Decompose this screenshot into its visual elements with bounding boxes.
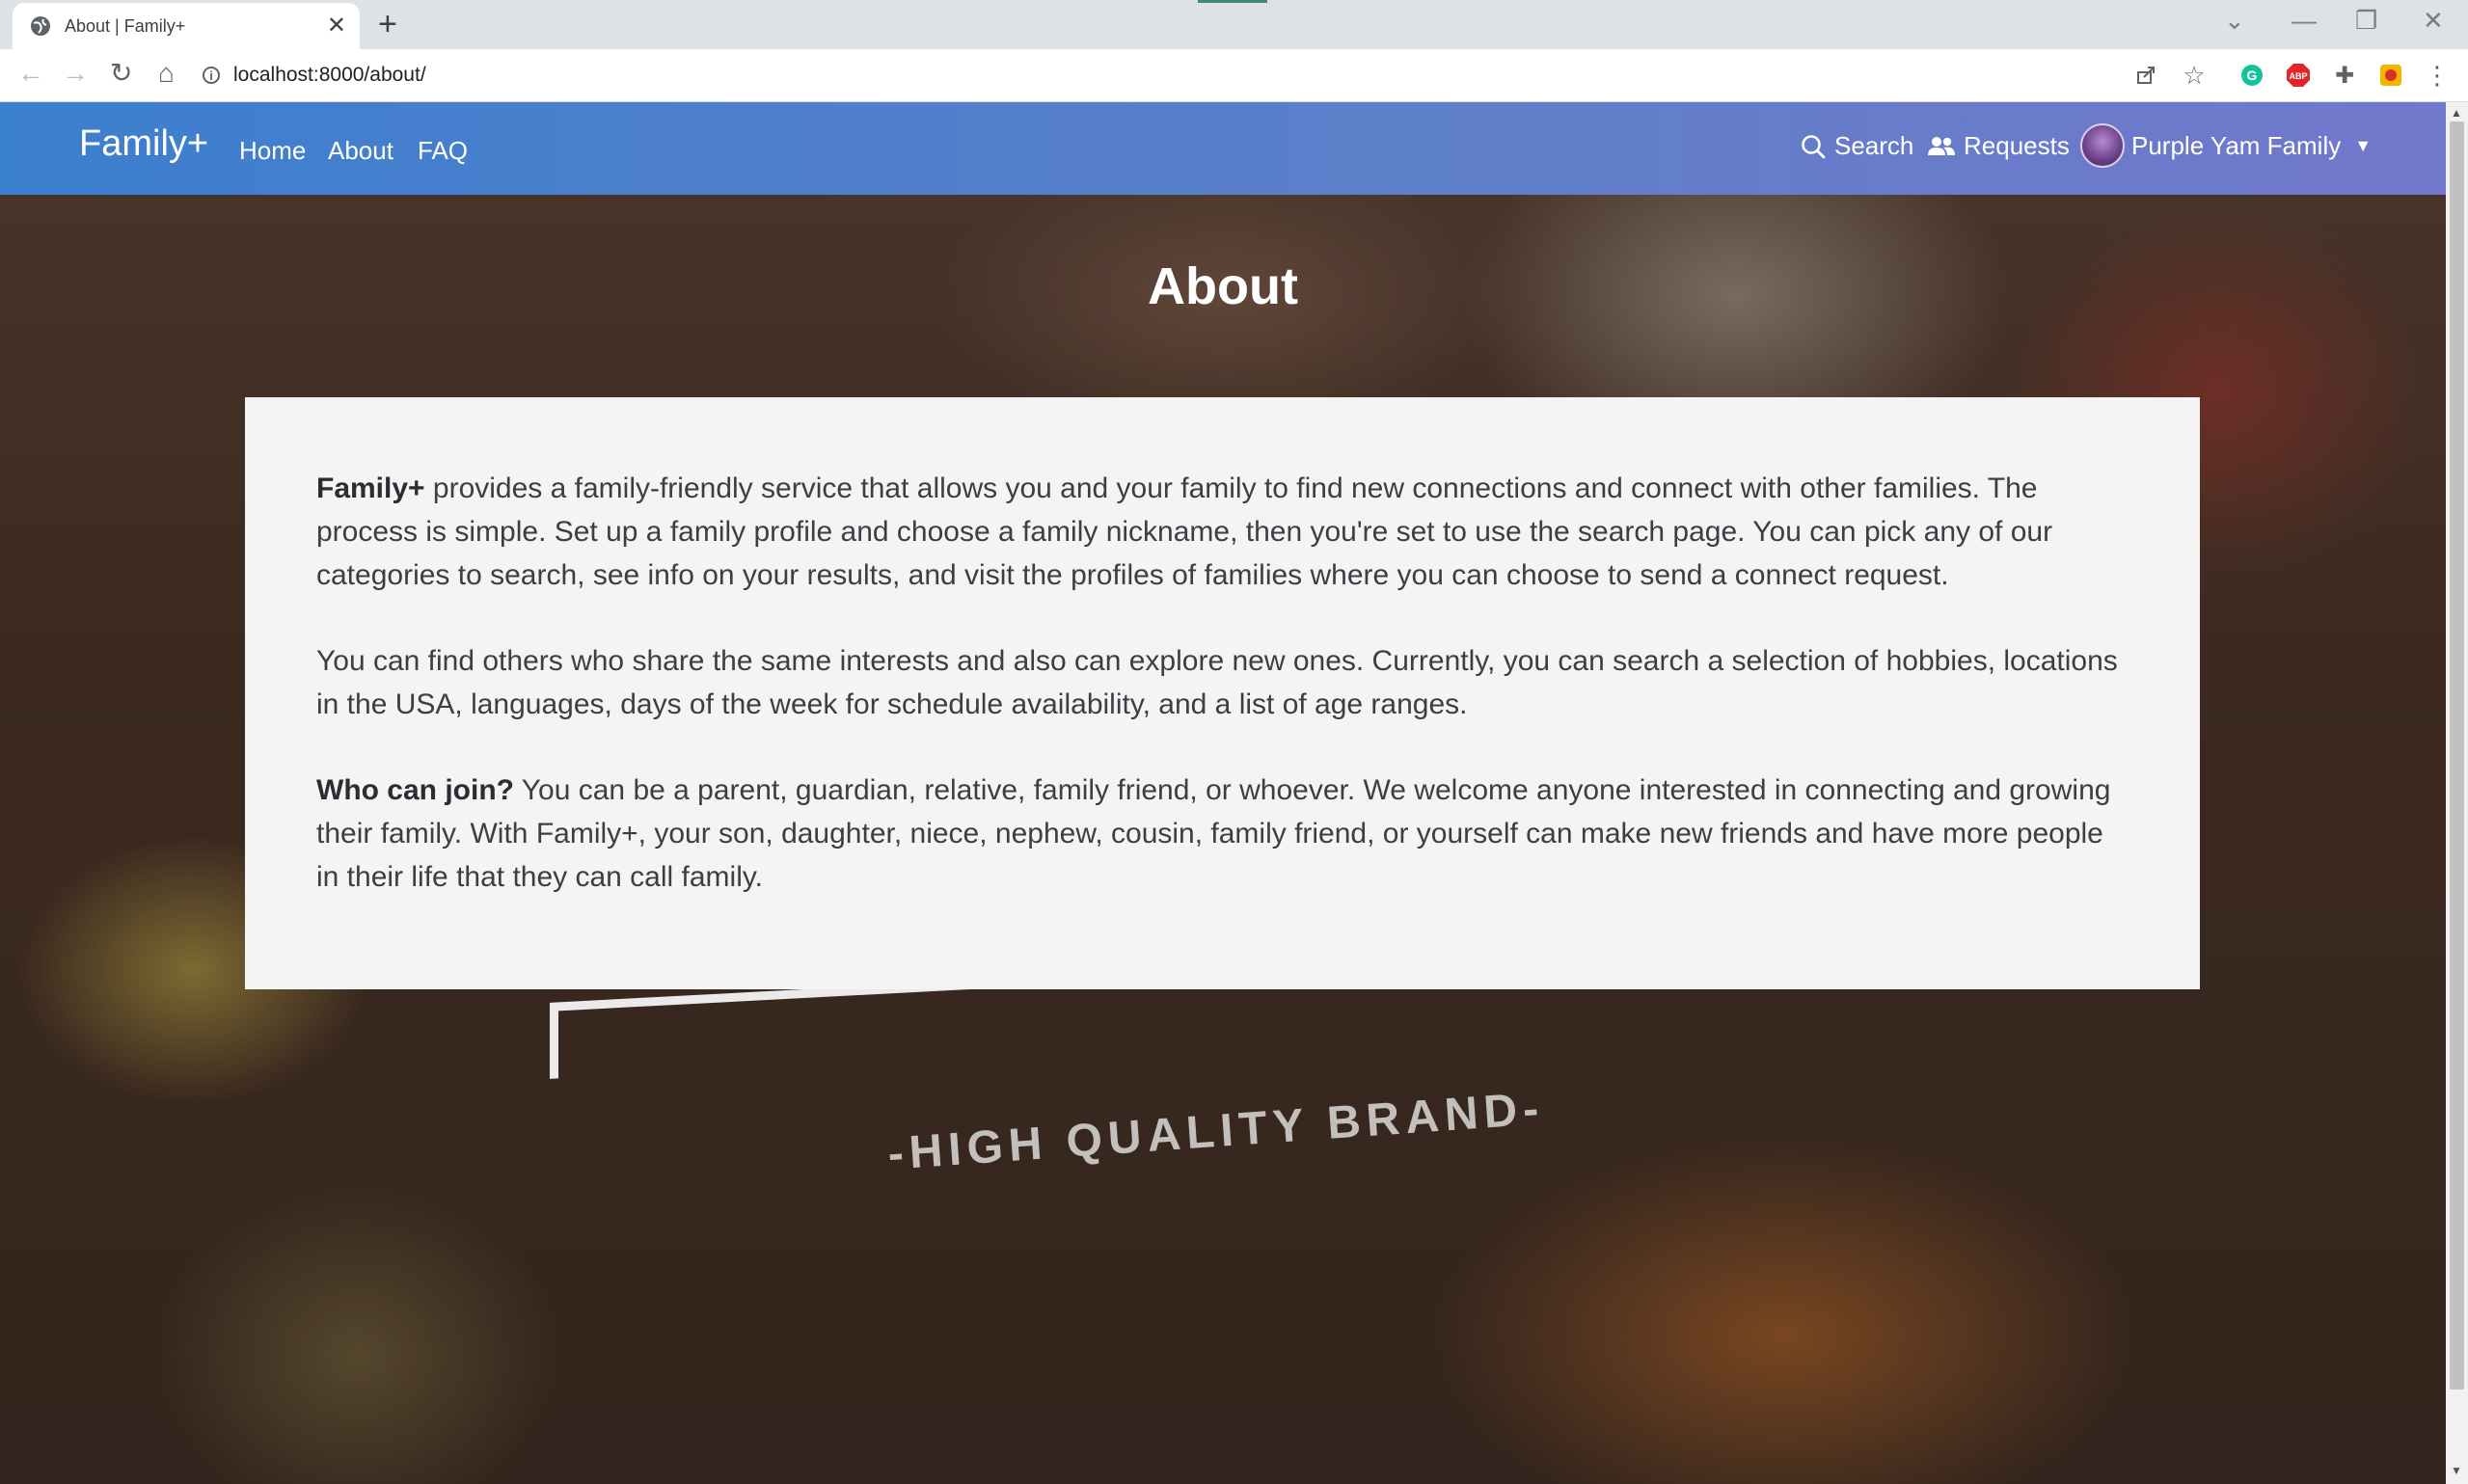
nav-search-label: Search [1834,131,1914,160]
browser-toolbar: ← → ↻ ⌂ i localhost:8000/about/ ☆ G ABP … [0,49,2468,102]
home-icon[interactable]: ⌂ [158,60,175,87]
profile-extension-icon[interactable] [2378,63,2403,88]
back-icon[interactable]: ← [17,60,44,87]
search-icon [1802,134,1826,158]
bookmark-star-icon[interactable]: ☆ [2182,61,2207,90]
about-paragraph-2: You can find others who share the same i… [316,645,2118,720]
restore-icon[interactable]: ❐ [2355,8,2377,33]
reload-icon[interactable]: ↻ [110,60,132,87]
tab-title: About | Family+ [65,15,186,36]
about-paragraph-1: Family+ provides a family-friendly servi… [316,467,2129,597]
page-scrollbar[interactable]: ▲ ▼ [2446,102,2468,1484]
scroll-up-icon[interactable]: ▲ [2451,106,2462,120]
adblock-icon[interactable]: ABP [2286,63,2311,88]
site-brand[interactable]: Family+ [79,123,208,165]
close-tab-icon[interactable]: ✕ [327,14,346,38]
nav-requests-label: Requests [1964,131,2070,160]
address-bar[interactable]: i localhost:8000/about/ [203,56,2131,94]
about-paragraph-3-text: You can be a parent, guardian, relative,… [316,774,2111,893]
scrollbar-thumb[interactable] [2450,121,2464,1390]
url-text: localhost:8000/about/ [233,64,426,86]
extensions-puzzle-icon[interactable]: ✚ [2332,63,2357,89]
globe-icon [30,15,51,37]
nav-link-about[interactable]: About [328,136,393,166]
about-card: Family+ provides a family-friendly servi… [245,397,2200,989]
account-dropdown[interactable]: Purple Yam Family ▼ [2131,131,2372,161]
background-brand-text: -HIGH QUALITY BRAND- [885,1083,1546,1180]
who-can-join-heading: Who can join? [316,774,514,806]
share-icon[interactable] [2133,63,2158,88]
site-info-icon[interactable]: i [203,67,220,84]
minimize-icon[interactable]: — [2292,8,2317,33]
nav-link-home[interactable]: Home [239,136,306,166]
page-title: About [1148,257,1298,315]
avatar[interactable] [2080,123,2125,168]
forward-icon[interactable]: → [62,60,89,87]
site-navbar: Family+ Home About FAQ Search Requests P… [0,102,2446,195]
browser-tab[interactable]: About | Family+ ✕ [13,3,360,49]
nav-requests-link[interactable]: Requests [1927,131,2070,161]
caret-down-icon: ▼ [2354,136,2373,155]
svg-text:G: G [2247,67,2258,83]
about-paragraph-1-text: provides a family-friendly service that … [316,472,2053,591]
nav-search-link[interactable]: Search [1800,131,1913,161]
grammarly-icon[interactable]: G [2239,63,2265,88]
tabstrip-accent [1198,0,1267,3]
scroll-down-icon[interactable]: ▼ [2451,1464,2462,1477]
browser-menu-icon[interactable]: ⋮ [2425,61,2450,90]
about-paragraph-3: Who can join? You can be a parent, guard… [316,769,2129,899]
nav-link-faq[interactable]: FAQ [418,136,468,166]
about-brand-bold: Family+ [316,472,425,504]
svg-text:ABP: ABP [2289,71,2307,81]
close-window-icon[interactable]: ✕ [2423,8,2444,33]
account-name: Purple Yam Family [2131,131,2342,160]
browser-tabstrip: About | Family+ ✕ + ⌄ — ❐ ✕ [0,0,2468,49]
page-viewport: Family+ Home About FAQ Search Requests P… [0,102,2446,1484]
new-tab-button[interactable]: + [378,8,397,40]
users-icon [1928,136,1955,155]
tab-search-icon[interactable]: ⌄ [2224,8,2245,33]
